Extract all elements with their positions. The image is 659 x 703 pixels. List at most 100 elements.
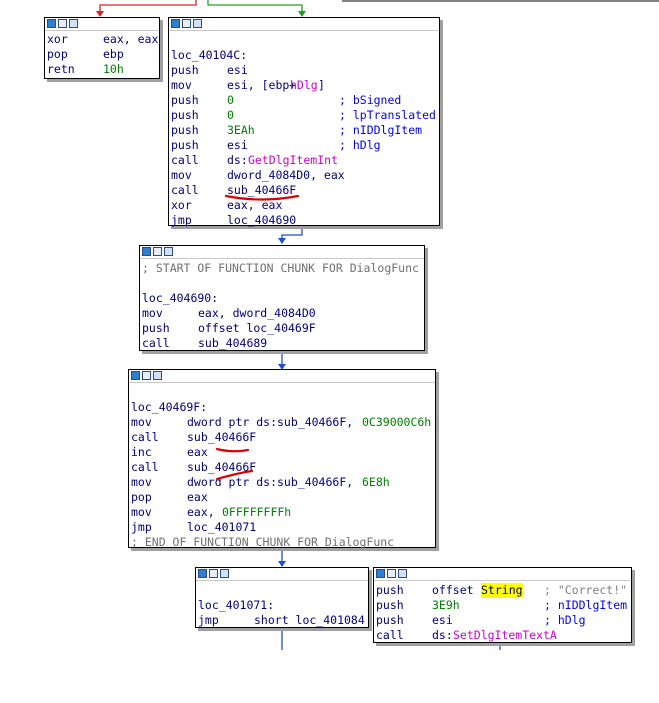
block-label[interactable]: loc_401071:: [198, 598, 274, 613]
node-view-icon[interactable]: [182, 19, 191, 28]
operand: esi: [432, 613, 453, 627]
instruction-line[interactable]: call ds: SetDlgItemTextA: [376, 628, 557, 643]
instruction-line[interactable]: push offset loc_40469F: [142, 321, 316, 336]
instruction-line[interactable]: mov eax, dword_4084D0: [142, 306, 316, 321]
immediate: 0: [227, 93, 234, 107]
operand[interactable]: loc_404690: [227, 213, 296, 228]
node-view-icon[interactable]: [153, 247, 162, 256]
code-block-loc-40104c[interactable]: loc_40104C: push esi mov esi, [ebp+ hDlg…: [168, 17, 440, 228]
node-color-icon[interactable]: [142, 247, 151, 256]
node-view-icon[interactable]: [142, 371, 151, 380]
instruction-line[interactable]: call ds: GetDlgItemInt: [171, 153, 338, 168]
instruction-line[interactable]: push 3EAh ; nIDDlgItem: [171, 123, 422, 138]
mnemonic: push: [171, 93, 199, 107]
comment: ; hDlg: [339, 138, 381, 152]
block-label[interactable]: loc_40469F:: [131, 400, 207, 415]
instruction-line[interactable]: jmp short loc_401084: [198, 613, 365, 628]
block-label[interactable]: loc_404690:: [142, 291, 218, 306]
node-group-icon[interactable]: [220, 569, 229, 578]
instruction-line[interactable]: call sub_40466F: [131, 430, 256, 445]
instruction-line[interactable]: pop eax: [131, 490, 208, 505]
api-name[interactable]: GetDlgItemInt: [248, 153, 338, 168]
comment: ; nIDDlgItem: [339, 123, 423, 137]
node-group-icon[interactable]: [164, 247, 173, 256]
instruction-line[interactable]: push esi ; hDlg: [171, 138, 381, 153]
node-view-icon[interactable]: [387, 569, 396, 578]
node-color-icon[interactable]: [198, 569, 207, 578]
edge-false-top: [96, 0, 197, 17]
mnemonic: call: [142, 336, 170, 350]
instruction-line[interactable]: push offset String ; "Correct!": [376, 583, 627, 598]
comment: ; hDlg: [544, 613, 586, 627]
mnemonic: mov: [131, 505, 152, 519]
instruction-line[interactable]: mov eax, 0FFFFFFFFh: [131, 505, 291, 520]
instruction-line[interactable]: jmp loc_404690: [171, 213, 296, 228]
code-block-loc-404690[interactable]: ; START OF FUNCTION CHUNK FOR DialogFunc…: [139, 245, 425, 351]
operand[interactable]: loc_401071: [187, 520, 256, 535]
instruction-line[interactable]: xor eax, eax: [171, 198, 282, 213]
node-header: [196, 568, 368, 581]
node-color-icon[interactable]: [376, 569, 385, 578]
instruction-line[interactable]: mov dword_4084D0, eax: [171, 168, 345, 183]
instruction-line[interactable]: xor eax, eax: [47, 32, 158, 47]
instruction-line[interactable]: call sub_40466F: [131, 460, 256, 475]
code-block-loc-401071[interactable]: loc_401071: jmp short loc_401084: [195, 567, 369, 628]
code-block-loc-40469f[interactable]: loc_40469F: mov dword ptr ds:sub_40466F,…: [128, 369, 436, 550]
operand[interactable]: sub_40466F: [187, 460, 256, 475]
operand: offset loc_40469F: [198, 321, 316, 335]
instruction-line[interactable]: call sub_40466F: [171, 183, 296, 198]
node-view-icon[interactable]: [58, 19, 67, 28]
block-label[interactable]: loc_40104C:: [171, 48, 247, 63]
instruction-line[interactable]: pop ebp: [47, 47, 124, 62]
string-symbol-highlighted[interactable]: String: [481, 583, 523, 598]
mnemonic: mov: [171, 78, 192, 92]
instruction-line[interactable]: retn 10h: [47, 62, 124, 77]
operand[interactable]: sub_40466F: [187, 430, 256, 445]
instruction-line[interactable]: mov dword ptr ds:sub_40466F, 6E8h: [131, 475, 390, 490]
mnemonic: call: [376, 628, 404, 642]
instruction-line[interactable]: call sub_404689: [142, 336, 267, 351]
chunk-end-comment: ; END OF FUNCTION CHUNK FOR DialogFunc: [131, 535, 394, 550]
code-block-epilogue[interactable]: xor eax, eax pop ebp retn 10h: [44, 17, 160, 79]
operand: dword ptr ds:sub_40466F,: [187, 415, 361, 429]
immediate: 3EAh: [227, 123, 255, 137]
instruction-line[interactable]: push 3E9h ; nIDDlgItem: [376, 598, 627, 613]
node-color-icon[interactable]: [171, 19, 180, 28]
comment: ; START OF FUNCTION CHUNK FOR DialogFunc: [142, 261, 419, 275]
instruction-line[interactable]: jmp loc_401071: [131, 520, 256, 535]
node-group-icon[interactable]: [193, 19, 202, 28]
instruction-line[interactable]: mov dword ptr ds:sub_40466F, 0C39000C6h: [131, 415, 431, 430]
edge-n4-n5: [278, 547, 286, 567]
mnemonic: call: [131, 460, 159, 474]
node-color-icon[interactable]: [131, 371, 140, 380]
mnemonic: call: [171, 183, 199, 197]
api-name[interactable]: SetDlgItemTextA: [453, 628, 557, 643]
operand: ds:: [432, 628, 453, 642]
mnemonic: xor: [47, 32, 68, 46]
mnemonic: jmp: [131, 520, 152, 534]
node-group-icon[interactable]: [398, 569, 407, 578]
node-group-icon[interactable]: [153, 371, 162, 380]
mnemonic: push: [171, 123, 199, 137]
code-block-set-text[interactable]: push offset String ; "Correct!" push 3E9…: [373, 567, 632, 643]
mnemonic: call: [131, 430, 159, 444]
instruction-line[interactable]: inc eax: [131, 445, 208, 460]
operand[interactable]: sub_404689: [198, 336, 267, 351]
mnemonic: push: [376, 598, 404, 612]
instruction-line[interactable]: push 0 ; lpTranslated: [171, 108, 436, 123]
operand: eax: [187, 445, 208, 459]
operand: eax, eax: [103, 32, 159, 46]
node-group-icon[interactable]: [69, 19, 78, 28]
node-view-icon[interactable]: [209, 569, 218, 578]
operand[interactable]: short loc_401084: [254, 613, 365, 628]
instruction-line[interactable]: push 0 ; bSigned: [171, 93, 401, 108]
instruction-line[interactable]: push esi ; hDlg: [376, 613, 586, 628]
operand: esi: [227, 63, 248, 77]
mnemonic: mov: [131, 475, 152, 489]
mnemonic: jmp: [171, 213, 192, 227]
operand: eax, eax: [227, 198, 283, 212]
node-color-icon[interactable]: [47, 19, 56, 28]
instruction-line[interactable]: mov esi, [ebp+ hDlg ]: [171, 78, 325, 93]
operand[interactable]: sub_40466F: [227, 183, 296, 198]
instruction-line[interactable]: push esi: [171, 63, 248, 78]
